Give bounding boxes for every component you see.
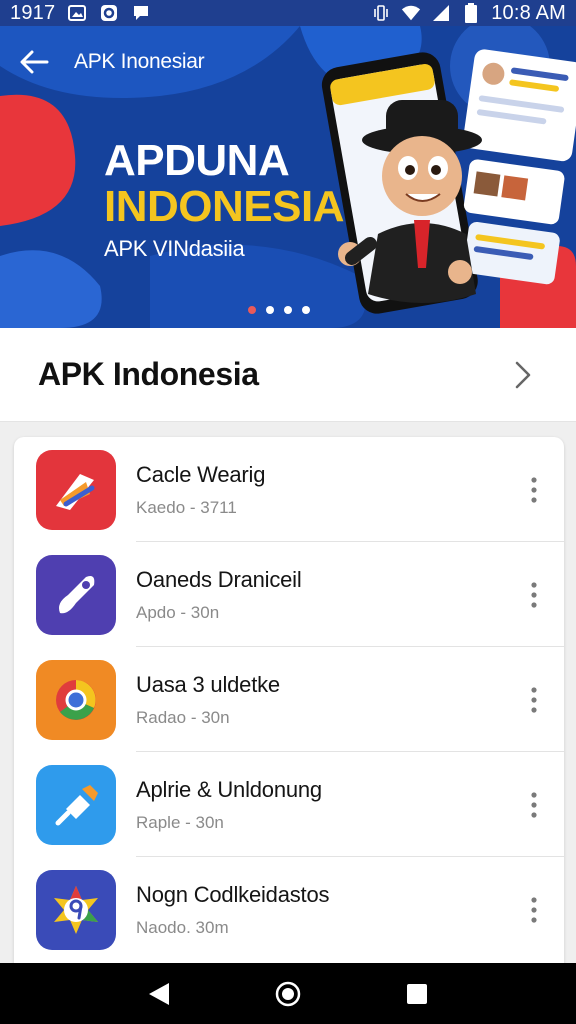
more-vert-icon[interactable] bbox=[514, 885, 554, 935]
wifi-icon bbox=[401, 4, 421, 22]
nav-recents-icon[interactable] bbox=[397, 974, 437, 1014]
hero-app-title: APK Inonesiar bbox=[74, 50, 205, 73]
signal-icon bbox=[431, 4, 451, 22]
browser-app-icon[interactable] bbox=[36, 659, 116, 740]
more-vert-icon[interactable] bbox=[514, 780, 554, 830]
nav-back-icon[interactable] bbox=[139, 974, 179, 1014]
app-meta: Radao - 30n bbox=[136, 707, 230, 727]
more-vert-icon[interactable] bbox=[514, 465, 554, 515]
list-item[interactable]: Oaneds Draniceil Apdo - 30n bbox=[14, 542, 564, 647]
app-name: Oaneds Draniceil bbox=[136, 566, 302, 592]
battery-icon bbox=[461, 3, 481, 23]
status-time-right: 10:8 AM bbox=[491, 1, 566, 24]
hero-headline-line1: APDUNA bbox=[104, 136, 290, 185]
list-item[interactable]: Aplrie & Unldonung Raple - 30n bbox=[14, 752, 564, 857]
carousel-dot[interactable] bbox=[302, 306, 310, 314]
section-title: APK Indonesia bbox=[38, 356, 259, 392]
phone-mockup-illustration bbox=[321, 49, 576, 314]
app-name: Cacle Wearig bbox=[136, 461, 266, 487]
back-arrow-icon[interactable] bbox=[18, 46, 50, 78]
list-item[interactable]: Uasa 3 uldetke Radao - 30n bbox=[14, 647, 564, 752]
app-meta: Apdo - 30n bbox=[136, 602, 220, 622]
app-meta: Naodo. 30m bbox=[136, 917, 229, 937]
carousel-dots[interactable] bbox=[248, 306, 310, 314]
system-nav-bar bbox=[0, 963, 576, 1024]
carousel-dot[interactable] bbox=[266, 306, 274, 314]
app-meta: Raple - 30n bbox=[136, 812, 224, 832]
more-vert-icon[interactable] bbox=[514, 570, 554, 620]
app-name: Aplrie & Unldonung bbox=[136, 776, 322, 802]
list-item[interactable]: Nogn Codlkeidastos Naodo. 30m bbox=[14, 857, 564, 962]
chevron-right-icon[interactable] bbox=[508, 360, 538, 390]
status-bar: 1917 10:8 AM bbox=[0, 0, 576, 26]
hero-banner[interactable]: APK Inonesiar APDUNA INDONESIA APK VINda… bbox=[0, 26, 576, 328]
rocket-app-icon[interactable] bbox=[36, 554, 116, 635]
carousel-dot[interactable] bbox=[248, 306, 256, 314]
status-time-left: 1917 bbox=[10, 1, 56, 24]
more-vert-icon[interactable] bbox=[514, 675, 554, 725]
vibrate-icon bbox=[371, 4, 391, 22]
hero-headline-line2: INDONESIA bbox=[104, 182, 344, 231]
carousel-dot[interactable] bbox=[284, 306, 292, 314]
app-meta: Kaedo - 3711 bbox=[136, 497, 237, 517]
plug-app-icon[interactable] bbox=[36, 764, 116, 845]
section-header[interactable]: APK Indonesia bbox=[0, 328, 576, 422]
app-name: Uasa 3 uldetke bbox=[136, 671, 280, 697]
number-nine-app-icon[interactable] bbox=[36, 869, 116, 950]
chat-icon bbox=[131, 4, 151, 22]
app-g-icon bbox=[99, 4, 119, 22]
red-arrow-app-icon[interactable] bbox=[36, 449, 116, 530]
list-item[interactable]: Cacle Wearig Kaedo - 3711 bbox=[14, 437, 564, 542]
hero-headline-line3: APK VINdasiia bbox=[104, 236, 245, 261]
hero-headline: APDUNA INDONESIA APK VINdasiia bbox=[104, 138, 344, 262]
photo-icon bbox=[67, 4, 87, 22]
app-name: Nogn Codlkeidastos bbox=[136, 881, 330, 907]
app-list-card: Cacle Wearig Kaedo - 3711 Oaneds Dranice… bbox=[14, 437, 564, 977]
nav-home-icon[interactable] bbox=[268, 974, 308, 1014]
